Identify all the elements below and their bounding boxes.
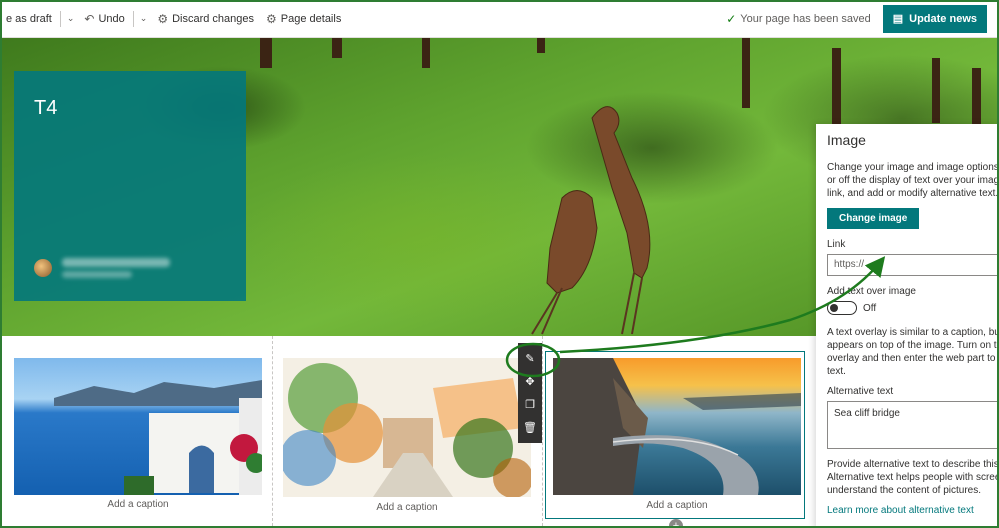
avatar	[34, 259, 52, 277]
column-divider	[272, 336, 273, 526]
column-divider	[542, 336, 543, 526]
text-over-image-label: Add text over image	[827, 286, 916, 297]
chevron-down-icon[interactable]: ⌄	[63, 13, 79, 24]
save-as-draft-button[interactable]: e as draft	[0, 0, 58, 37]
duplicate-icon[interactable]: ❐	[522, 398, 538, 411]
caption[interactable]: Add a caption	[14, 499, 262, 510]
update-news-label: Update news	[909, 12, 977, 25]
divider	[132, 10, 134, 27]
save-as-draft-label: e as draft	[6, 12, 52, 25]
check-icon: ✓	[726, 11, 737, 26]
undo-button[interactable]: ↶ Undo	[78, 0, 130, 37]
page-title[interactable]: T4	[34, 97, 57, 120]
save-status: ✓ Your page has been saved	[720, 0, 877, 37]
page-details-button[interactable]: ⚙ Page details	[260, 0, 347, 37]
pane-title: Image	[827, 132, 866, 148]
image-section: Add a caption Add a caption Add a captio…	[2, 336, 812, 526]
caption[interactable]: Add a caption	[553, 500, 801, 511]
overlay-description: A text overlay is similar to a caption, …	[827, 327, 999, 377]
edit-icon[interactable]: ✎	[522, 352, 538, 365]
caption[interactable]: Add a caption	[283, 502, 531, 513]
alt-text-help: Provide alternative text to describe thi…	[827, 459, 999, 496]
discard-icon: ⚙	[157, 11, 169, 26]
undo-icon: ↶	[84, 11, 95, 26]
alt-text-field[interactable]: Sea cliff bridge	[827, 401, 999, 449]
webpart-toolbar: ✎ ✥ ❐ 🗑	[518, 343, 542, 443]
alt-text-label: Alternative text	[827, 386, 894, 397]
add-icon[interactable]: +	[669, 519, 683, 528]
text-over-image-toggle[interactable]	[827, 301, 857, 315]
undo-label: Undo	[98, 12, 125, 25]
divider	[59, 10, 61, 27]
image-webpart-watercolor[interactable]	[283, 358, 531, 497]
gear-icon: ⚙	[266, 11, 277, 26]
title-area: T4	[14, 71, 246, 301]
news-icon: ▤	[892, 13, 904, 25]
link-label: Link	[827, 239, 846, 250]
command-bar: e as draft ⌄ ↶ Undo ⌄ ⚙ Discard changes …	[0, 0, 999, 38]
toggle-state: Off	[863, 302, 877, 314]
pane-description: Change your image and image options. Tu …	[827, 162, 999, 199]
page-details-label: Page details	[280, 12, 342, 25]
author-name-blurred	[62, 258, 170, 278]
change-image-button[interactable]: Change image	[827, 208, 920, 229]
save-status-text: Your page has been saved	[740, 12, 871, 25]
text-over-image-row: Off	[827, 301, 999, 315]
learn-more-link[interactable]: Learn more about alternative text	[827, 505, 999, 516]
bridge-photo	[553, 358, 801, 495]
image-webpart-sea[interactable]	[14, 358, 262, 495]
link-input[interactable]: https://	[827, 254, 999, 276]
move-icon[interactable]: ✥	[522, 375, 538, 388]
author-byline	[34, 258, 170, 278]
watercolor-photo	[283, 363, 531, 497]
chevron-down-icon[interactable]: ⌄	[136, 13, 152, 24]
sea-photo	[54, 380, 262, 495]
image-property-pane: Image Change your image and image option…	[816, 124, 999, 528]
delete-icon[interactable]: 🗑	[522, 421, 538, 434]
discard-changes-button[interactable]: ⚙ Discard changes	[151, 0, 260, 37]
update-news-button[interactable]: ▤ Update news	[882, 4, 987, 33]
discard-label: Discard changes	[172, 12, 255, 25]
image-webpart-bridge[interactable]	[553, 358, 801, 495]
